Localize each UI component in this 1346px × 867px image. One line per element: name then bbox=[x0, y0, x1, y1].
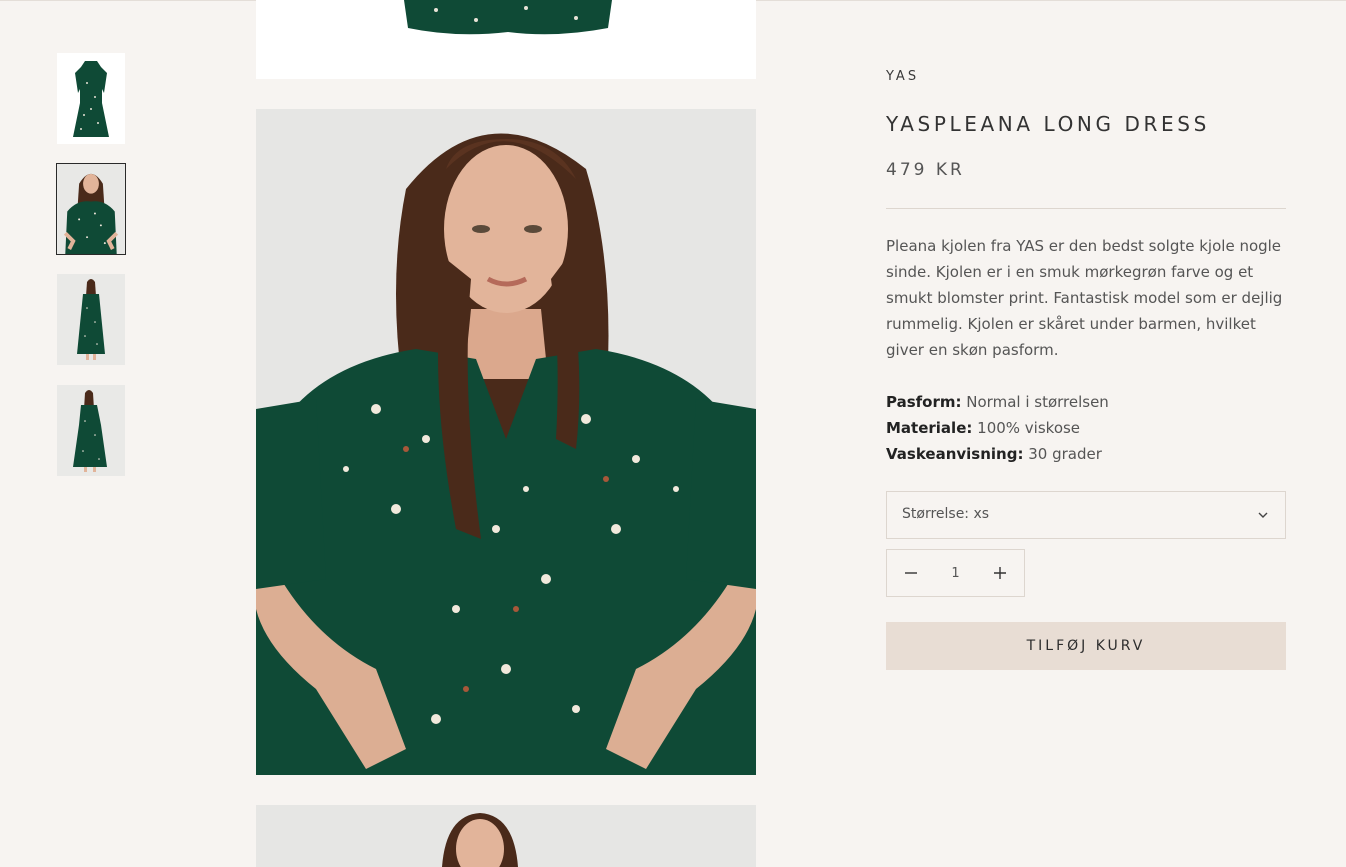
divider bbox=[886, 208, 1286, 209]
quantity-increase-button[interactable] bbox=[976, 550, 1024, 596]
spec-material-label: Materiale: bbox=[886, 419, 973, 437]
product-description: Pleana kjolen fra YAS er den bedst solgt… bbox=[886, 237, 1283, 359]
spec-care-value: 30 grader bbox=[1028, 445, 1102, 463]
plus-icon bbox=[994, 567, 1006, 579]
spec-fit-label: Pasform: bbox=[886, 393, 962, 411]
thumbnail-dress-flat-lay[interactable] bbox=[57, 53, 125, 144]
model-full-front-image bbox=[57, 274, 125, 365]
quantity-stepper bbox=[886, 549, 1025, 597]
add-to-cart-button[interactable]: TILFØJ KURV bbox=[886, 622, 1286, 670]
product-title: YASPLEANA LONG DRESS bbox=[886, 112, 1210, 136]
spec-fit-value: Normal i størrelsen bbox=[966, 393, 1109, 411]
gallery-image-dress-hem bbox=[256, 0, 756, 79]
model-closeup-image bbox=[57, 164, 125, 254]
thumbnail-model-full-front[interactable] bbox=[57, 274, 125, 365]
gallery-image-model-full bbox=[256, 805, 756, 867]
spec-material-value: 100% viskose bbox=[977, 419, 1081, 437]
size-select-label: Størrelse: xs bbox=[902, 506, 990, 522]
product-brand[interactable]: YAS bbox=[886, 69, 919, 84]
size-select[interactable]: Størrelse: xs bbox=[886, 491, 1286, 539]
spec-material: Materiale: 100% viskose bbox=[886, 415, 1286, 441]
spec-care-label: Vaskeanvisning: bbox=[886, 445, 1024, 463]
product-price: 479 KR bbox=[886, 160, 965, 180]
model-full-angle-image bbox=[57, 385, 125, 476]
thumbnail-model-full-angle[interactable] bbox=[57, 385, 125, 476]
gallery-image-model-closeup bbox=[256, 109, 756, 775]
product-specs: Pasform: Normal i størrelsen Materiale: … bbox=[886, 389, 1286, 467]
thumbnail-model-closeup[interactable] bbox=[56, 163, 126, 255]
spec-care: Vaskeanvisning: 30 grader bbox=[886, 441, 1286, 467]
minus-icon bbox=[905, 572, 917, 574]
spec-fit: Pasform: Normal i størrelsen bbox=[886, 389, 1286, 415]
dress-flat-lay-image bbox=[57, 53, 125, 144]
quantity-input[interactable] bbox=[935, 550, 976, 596]
chevron-down-icon bbox=[1258, 512, 1268, 518]
quantity-decrease-button[interactable] bbox=[887, 550, 935, 596]
